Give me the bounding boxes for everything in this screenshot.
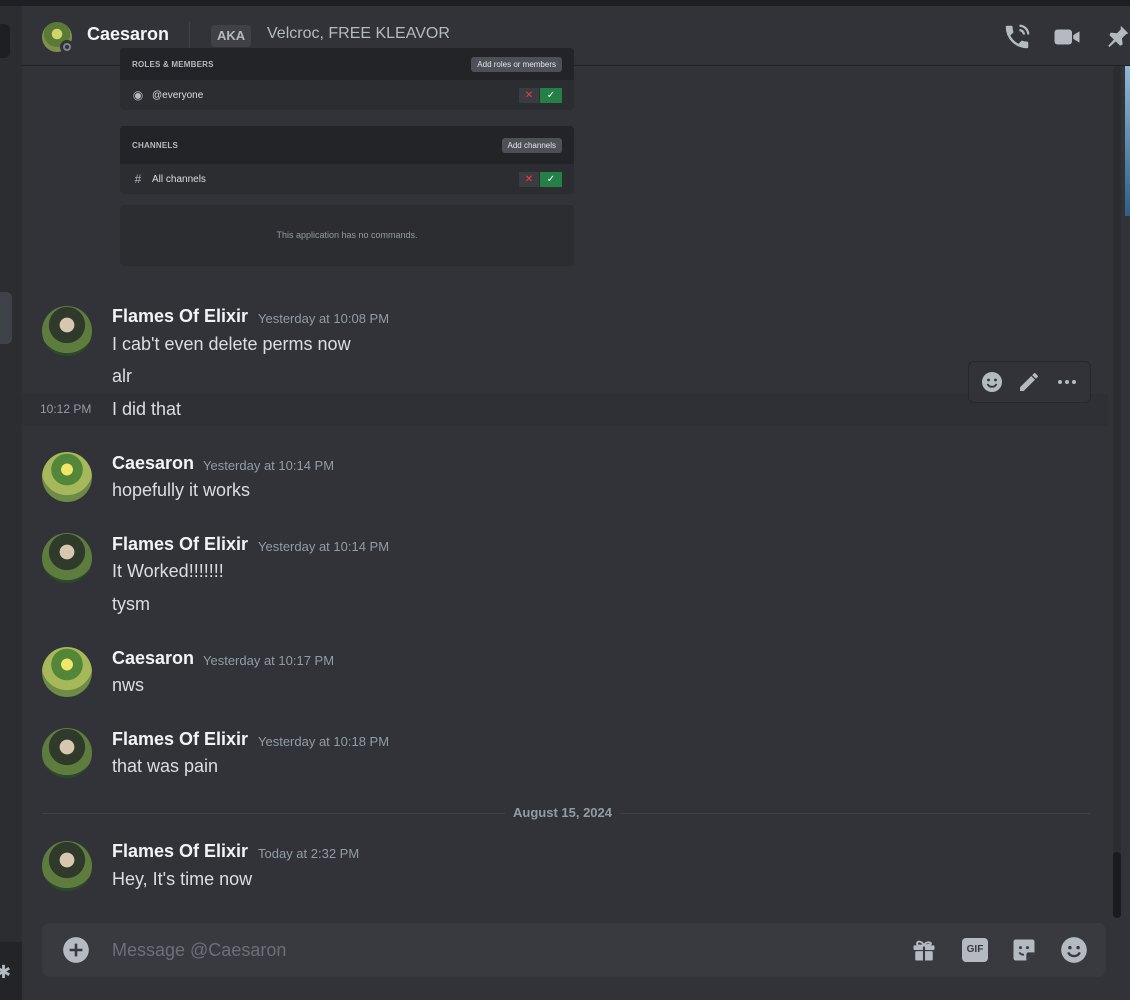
status-offline-icon <box>60 40 74 54</box>
message-timestamp: Yesterday at 10:08 PM <box>258 311 390 326</box>
emoji-icon[interactable] <box>1060 936 1088 964</box>
message-author[interactable]: Caesaron <box>112 453 194 474</box>
scrollbar-thumb[interactable] <box>1113 852 1121 918</box>
avatar[interactable] <box>42 452 92 502</box>
add-roles-button: Add roles or members <box>471 56 562 72</box>
video-call-icon[interactable] <box>1052 22 1082 52</box>
hash-icon: # <box>134 172 142 186</box>
avatar[interactable] <box>42 306 92 356</box>
allow-check-icon: ✓ <box>540 87 562 103</box>
message-timestamp: Yesterday at 10:14 PM <box>258 539 390 554</box>
message-text: tysm <box>112 594 150 614</box>
message-text: hopefully it works <box>112 480 251 500</box>
deny-x-icon: ✕ <box>519 87 539 103</box>
embed-channels-title: CHANNELS <box>132 140 179 150</box>
header-divider <box>189 22 190 50</box>
embed-roles-members: ROLES & MEMBERS Add roles or members ◉ @… <box>120 48 574 110</box>
more-icon[interactable] <box>1052 367 1082 397</box>
message-composer[interactable]: Message @Caesaron GIF <box>42 923 1106 977</box>
header-username[interactable]: Caesaron <box>87 24 169 45</box>
avatar[interactable] <box>42 728 92 778</box>
embed-no-commands: This application has no commands. <box>120 205 574 266</box>
message-text: It Worked!!!!!!! <box>112 561 224 581</box>
phone-call-icon[interactable] <box>1002 22 1032 52</box>
edit-icon[interactable] <box>1014 367 1044 397</box>
allow-check-icon: ✓ <box>540 171 562 187</box>
message-author[interactable]: Flames Of Elixir <box>112 534 248 555</box>
avatar[interactable] <box>42 533 92 583</box>
deny-x-icon: ✕ <box>519 171 539 187</box>
everyone-label: @everyone <box>152 89 204 101</box>
message-text: nws <box>112 675 145 695</box>
message-author[interactable]: Flames Of Elixir <box>112 306 248 327</box>
message-action-toolbar <box>968 361 1091 403</box>
embed-channels: CHANNELS Add channels # All channels ✕ ✓ <box>120 126 574 194</box>
sticker-icon[interactable] <box>1010 936 1038 964</box>
aka-names: Velcroc, FREE KLEAVOR <box>267 25 450 42</box>
left-sidebar-edge: ✱ <box>0 6 22 1000</box>
pin-icon[interactable] <box>1102 22 1130 52</box>
message-text: I cab't even delete perms now <box>112 334 351 354</box>
message-timestamp: Yesterday at 10:17 PM <box>203 653 335 668</box>
settings-gear-icon[interactable]: ✱ <box>0 962 11 983</box>
shield-icon: ◉ <box>132 88 144 102</box>
message-input[interactable]: Message @Caesaron <box>112 940 286 961</box>
scrollbar-track[interactable] <box>1113 66 1121 918</box>
right-edge-background <box>1125 66 1130 216</box>
message-text: alr <box>112 366 133 386</box>
date-divider-label: August 15, 2024 <box>505 805 620 820</box>
message-timestamp: Yesterday at 10:18 PM <box>258 734 390 749</box>
sidebar-selected-item-edge[interactable] <box>0 292 12 344</box>
message-side-timestamp: 10:12 PM <box>40 402 92 416</box>
embed-roles-title: ROLES & MEMBERS <box>132 59 214 69</box>
hovered-message-row[interactable] <box>22 394 1108 426</box>
message-timestamp: Today at 2:32 PM <box>258 846 360 861</box>
gift-icon[interactable] <box>910 936 938 964</box>
message-author[interactable]: Caesaron <box>112 648 194 669</box>
avatar[interactable] <box>42 647 92 697</box>
add-reaction-icon[interactable] <box>977 367 1007 397</box>
message-author[interactable]: Flames Of Elixir <box>112 841 248 862</box>
aka-badge: AKA <box>211 25 252 47</box>
message-text: Hey, It's time now <box>112 869 253 889</box>
all-channels-label: All channels <box>152 173 206 185</box>
message-author[interactable]: Flames Of Elixir <box>112 729 248 750</box>
add-channels-button: Add channels <box>501 137 562 153</box>
gif-icon[interactable]: GIF <box>962 938 988 962</box>
message-text: that was pain <box>112 756 219 776</box>
avatar[interactable] <box>42 841 92 891</box>
message-text: I did that <box>112 399 182 419</box>
message-timestamp: Yesterday at 10:14 PM <box>203 458 335 473</box>
sidebar-search-edge[interactable] <box>0 24 10 58</box>
plus-circle-icon[interactable] <box>62 936 90 964</box>
